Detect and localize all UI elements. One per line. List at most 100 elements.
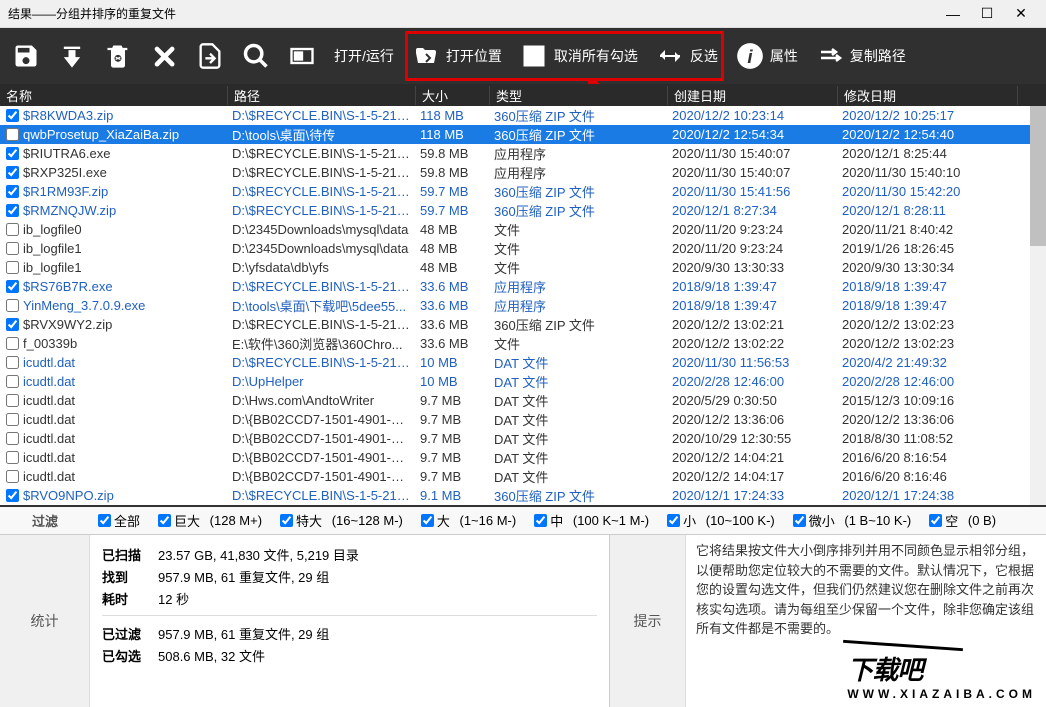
filter-small-checkbox[interactable] bbox=[667, 514, 680, 527]
row-checkbox[interactable] bbox=[6, 337, 19, 350]
row-checkbox[interactable] bbox=[6, 375, 19, 388]
table-row[interactable]: ib_logfile1D:\yfsdata\db\yfs48 MB文件2020/… bbox=[0, 258, 1046, 277]
table-row[interactable]: f_00339bE:\软件\360浏览器\360Chro...33.6 MB文件… bbox=[0, 334, 1046, 353]
file-arrow-icon bbox=[196, 42, 224, 70]
search-button[interactable] bbox=[242, 42, 270, 70]
filter-large[interactable]: 大 (1~16 M-) bbox=[421, 511, 516, 530]
results-table: 名称 路径 大小 类型 创建日期 修改日期 $R8KWDA3.zipD:\$RE… bbox=[0, 84, 1046, 507]
column-created[interactable]: 创建日期 bbox=[668, 86, 838, 105]
cell-name: icudtl.dat bbox=[23, 393, 75, 408]
row-checkbox[interactable] bbox=[6, 204, 19, 217]
table-row[interactable]: $RXP325I.exeD:\$RECYCLE.BIN\S-1-5-21-21.… bbox=[0, 163, 1046, 182]
row-checkbox[interactable] bbox=[6, 470, 19, 483]
column-modified[interactable]: 修改日期 bbox=[838, 86, 1018, 105]
minimize-button[interactable]: — bbox=[936, 2, 970, 26]
cell-modified: 2016/6/20 8:16:46 bbox=[838, 469, 1018, 484]
filter-empty-checkbox[interactable] bbox=[929, 514, 942, 527]
row-checkbox[interactable] bbox=[6, 242, 19, 255]
open-location-button[interactable]: 打开位置 bbox=[412, 42, 502, 70]
row-checkbox[interactable] bbox=[6, 280, 19, 293]
column-size[interactable]: 大小 bbox=[416, 86, 490, 105]
filter-all[interactable]: 全部 bbox=[98, 511, 140, 530]
table-row[interactable]: icudtl.datD:\Hws.com\AndtoWriter9.7 MBDA… bbox=[0, 391, 1046, 410]
filter-xlarge[interactable]: 特大 (16~128 M-) bbox=[280, 511, 403, 530]
recycle-button[interactable] bbox=[104, 42, 132, 70]
move-button[interactable] bbox=[196, 42, 224, 70]
row-checkbox[interactable] bbox=[6, 356, 19, 369]
table-row[interactable]: $R8KWDA3.zipD:\$RECYCLE.BIN\S-1-5-21-21.… bbox=[0, 106, 1046, 125]
table-row[interactable]: ib_logfile1D:\2345Downloads\mysql\data48… bbox=[0, 239, 1046, 258]
watermark: 下载吧 WWW.XIAZAIBA.COM bbox=[847, 650, 1036, 701]
filter-all-checkbox[interactable] bbox=[98, 514, 111, 527]
uncheck-all-button[interactable]: 取消所有勾选 bbox=[520, 42, 638, 70]
row-checkbox[interactable] bbox=[6, 166, 19, 179]
invert-selection-button[interactable]: 反选 bbox=[656, 42, 718, 70]
filter-tiny[interactable]: 微小 (1 B~10 K-) bbox=[793, 511, 911, 530]
table-row[interactable]: YinMeng_3.7.0.9.exeD:\tools\桌面\下载吧\5dee5… bbox=[0, 296, 1046, 315]
download-button[interactable] bbox=[58, 42, 86, 70]
open-run-button[interactable]: 打开/运行 bbox=[334, 46, 394, 66]
cell-path: D:\$RECYCLE.BIN\S-1-5-21-21... bbox=[228, 108, 416, 123]
filter-medium-checkbox[interactable] bbox=[534, 514, 547, 527]
table-row[interactable]: $RS76B7R.exeD:\$RECYCLE.BIN\S-1-5-21-21.… bbox=[0, 277, 1046, 296]
row-checkbox[interactable] bbox=[6, 261, 19, 274]
download-icon bbox=[58, 42, 86, 70]
filter-tiny-checkbox[interactable] bbox=[793, 514, 806, 527]
table-row[interactable]: $R1RM93F.zipD:\$RECYCLE.BIN\S-1-5-21-21.… bbox=[0, 182, 1046, 201]
table-body[interactable]: $R8KWDA3.zipD:\$RECYCLE.BIN\S-1-5-21-21.… bbox=[0, 106, 1046, 507]
preview-button[interactable] bbox=[288, 42, 316, 70]
table-row[interactable]: icudtl.datD:\{BB02CCD7-1501-4901-B5E...9… bbox=[0, 467, 1046, 486]
cell-type: 360压缩 ZIP 文件 bbox=[490, 315, 668, 334]
filter-huge[interactable]: 巨大 (128 M+) bbox=[158, 511, 262, 530]
scrollbar-thumb[interactable] bbox=[1030, 106, 1046, 246]
filter-empty[interactable]: 空 (0 B) bbox=[929, 511, 996, 530]
row-checkbox[interactable] bbox=[6, 299, 19, 312]
maximize-button[interactable]: ☐ bbox=[970, 2, 1004, 26]
table-row[interactable]: icudtl.datD:\{BB02CCD7-1501-4901-B5E...9… bbox=[0, 448, 1046, 467]
cell-modified: 2018/8/30 11:08:52 bbox=[838, 431, 1018, 446]
properties-button[interactable]: i属性 bbox=[736, 42, 798, 70]
cell-name: $RS76B7R.exe bbox=[23, 279, 113, 294]
row-checkbox[interactable] bbox=[6, 394, 19, 407]
table-row[interactable]: $RMZNQJW.zipD:\$RECYCLE.BIN\S-1-5-21-21.… bbox=[0, 201, 1046, 220]
cell-modified: 2020/12/2 13:02:23 bbox=[838, 336, 1018, 351]
close-button[interactable]: ✕ bbox=[1004, 2, 1038, 26]
table-header: 名称 路径 大小 类型 创建日期 修改日期 bbox=[0, 84, 1046, 106]
row-checkbox[interactable] bbox=[6, 109, 19, 122]
row-checkbox[interactable] bbox=[6, 223, 19, 236]
delete-button[interactable] bbox=[150, 42, 178, 70]
cell-size: 33.6 MB bbox=[416, 336, 490, 351]
table-row[interactable]: ib_logfile0D:\2345Downloads\mysql\data48… bbox=[0, 220, 1046, 239]
filter-xlarge-checkbox[interactable] bbox=[280, 514, 293, 527]
table-row[interactable]: icudtl.datD:\$RECYCLE.BIN\S-1-5-21-21...… bbox=[0, 353, 1046, 372]
column-name[interactable]: 名称 bbox=[0, 86, 228, 105]
table-row[interactable]: $RVO9NPO.zipD:\$RECYCLE.BIN\S-1-5-21-21.… bbox=[0, 486, 1046, 505]
row-checkbox[interactable] bbox=[6, 185, 19, 198]
filter-large-checkbox[interactable] bbox=[421, 514, 434, 527]
save-button[interactable] bbox=[12, 42, 40, 70]
column-path[interactable]: 路径 bbox=[228, 86, 416, 105]
table-row[interactable]: icudtl.datD:\{BB02CCD7-1501-4901-B5E...9… bbox=[0, 410, 1046, 429]
cell-type: 360压缩 ZIP 文件 bbox=[490, 125, 668, 144]
filter-medium[interactable]: 中 (100 K~1 M-) bbox=[534, 511, 649, 530]
table-row[interactable]: qwbProsetup_XiaZaiBa.zipD:\tools\桌面\待传11… bbox=[0, 125, 1046, 144]
table-row[interactable]: icudtl.datD:\UpHelper10 MBDAT 文件2020/2/2… bbox=[0, 372, 1046, 391]
row-checkbox[interactable] bbox=[6, 413, 19, 426]
row-checkbox[interactable] bbox=[6, 128, 19, 141]
row-checkbox[interactable] bbox=[6, 318, 19, 331]
copy-path-button[interactable]: 复制路径 bbox=[816, 42, 906, 70]
filter-huge-checkbox[interactable] bbox=[158, 514, 171, 527]
table-row[interactable]: $RVX9WY2.zipD:\$RECYCLE.BIN\S-1-5-21-21.… bbox=[0, 315, 1046, 334]
row-checkbox[interactable] bbox=[6, 432, 19, 445]
cell-type: 文件 bbox=[490, 258, 668, 277]
search-icon bbox=[242, 42, 270, 70]
filter-small[interactable]: 小 (10~100 K-) bbox=[667, 511, 775, 530]
row-checkbox[interactable] bbox=[6, 147, 19, 160]
column-type[interactable]: 类型 bbox=[490, 86, 668, 105]
table-row[interactable]: $RIUTRA6.exeD:\$RECYCLE.BIN\S-1-5-21-21.… bbox=[0, 144, 1046, 163]
row-checkbox[interactable] bbox=[6, 451, 19, 464]
cell-type: 360压缩 ZIP 文件 bbox=[490, 486, 668, 505]
table-row[interactable]: icudtl.datD:\{BB02CCD7-1501-4901-B5E...9… bbox=[0, 429, 1046, 448]
row-checkbox[interactable] bbox=[6, 489, 19, 502]
vertical-scrollbar[interactable] bbox=[1030, 106, 1046, 505]
